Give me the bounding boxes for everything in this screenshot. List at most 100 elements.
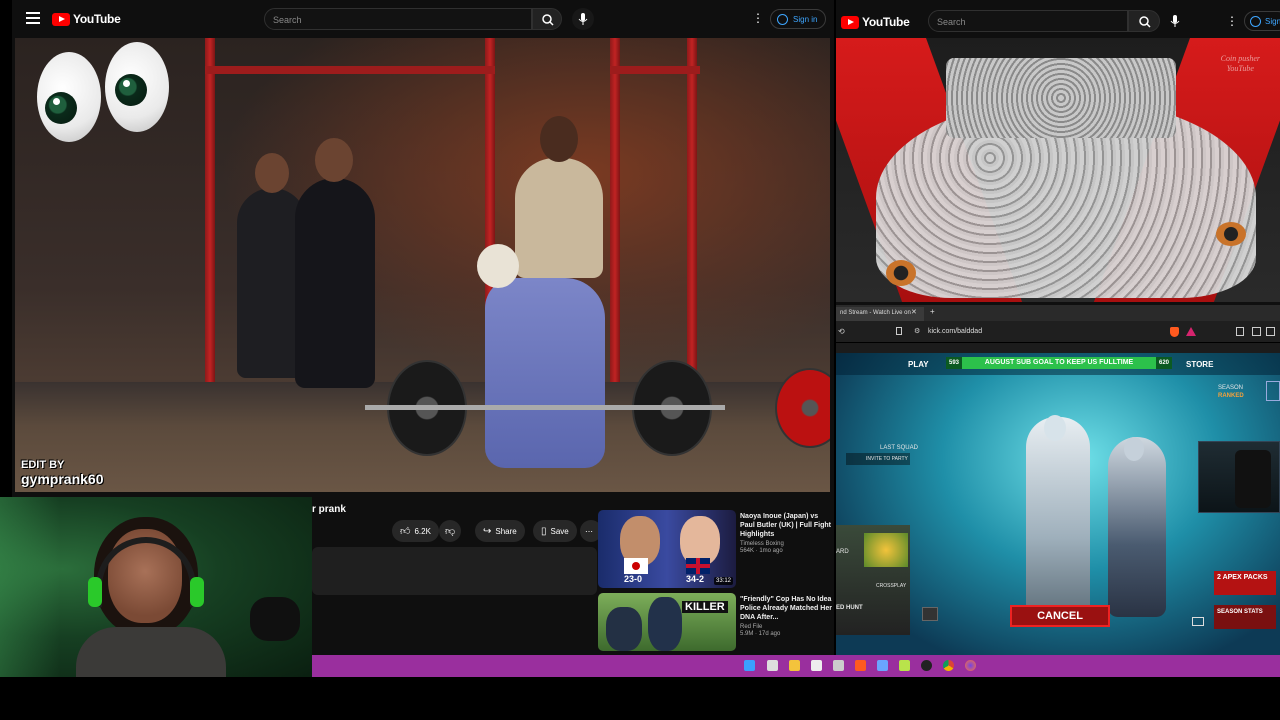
sub-goal-bar: 593 AUGUST SUB GOAL TO KEEP US FULLTIME … [946, 357, 1172, 369]
back-icon[interactable]: ⟲ [838, 327, 845, 336]
apex-packs-badge[interactable]: 2 APEX PACKS [1214, 571, 1276, 595]
stats-icon[interactable] [922, 607, 938, 621]
season-stats-badge[interactable]: SEASON STATS [1214, 605, 1276, 629]
bookmark-icon[interactable] [896, 327, 902, 335]
bookmark-icon: ▯ [541, 525, 547, 537]
squad-member-row[interactable]: INVITE TO PARTY [846, 453, 910, 465]
firefox-icon[interactable] [965, 660, 976, 671]
more-options-icon[interactable]: ⋮ [1226, 14, 1238, 28]
dislike-button[interactable]: 👎︎ [439, 520, 462, 542]
share-button[interactable]: ↪ Share [475, 520, 525, 542]
sign-in-button[interactable]: Sign [1244, 11, 1280, 31]
voice-search-button[interactable] [1164, 10, 1186, 32]
windows-taskbar [312, 655, 1280, 677]
recommended-video[interactable]: KILLER "Friendly" Cop Has No Idea Police… [598, 593, 834, 651]
recommended-video[interactable]: 23-0 34-2 33:12 Naoya Inoue (Japan) vs P… [598, 510, 834, 588]
address-bar-row: ⟲ ⚙ kick.com/balddad [836, 321, 1280, 343]
squad-panel: ARD CROSSPLAY ED HUNT [836, 525, 938, 635]
cancel-matchmaking-button[interactable]: CANCEL [1010, 605, 1110, 627]
sidebar-icon[interactable] [1252, 327, 1261, 336]
last-squad-label: LAST SQUAD [880, 445, 918, 451]
apex-store-tab[interactable]: STORE [1186, 360, 1213, 369]
app-icon[interactable] [899, 660, 910, 671]
menu-icon[interactable] [26, 12, 40, 24]
search-button[interactable] [532, 8, 562, 30]
youtube-logo-text: YouTube [73, 12, 121, 26]
site-info-icon[interactable]: ⚙ [914, 327, 920, 335]
ellipsis-icon: ⋯ [585, 526, 593, 536]
save-label: Save [550, 526, 569, 536]
person-head [255, 153, 289, 193]
edit-by-text: EDIT BY [21, 459, 65, 471]
search-icon [542, 14, 554, 26]
close-tab-icon[interactable]: ✕ [911, 308, 917, 316]
headset-earcup [190, 577, 204, 607]
apex-play-tab[interactable]: PLAY [908, 360, 929, 369]
youtube-logo[interactable]: YouTube [52, 12, 121, 26]
search-input[interactable]: Search [928, 10, 1128, 32]
url-field[interactable]: kick.com/balddad [928, 328, 982, 335]
score-right: 34-2 [686, 574, 705, 584]
extensions-icon[interactable] [1236, 327, 1244, 336]
woman-officer-figure [648, 597, 682, 651]
video-thumbnail: KILLER [598, 593, 736, 651]
video-info-area: r prank 👍︎ 6.2K 👎︎ ↪ Share ▯ Save ⋯ 23-0… [312, 492, 834, 660]
legend-head [1124, 437, 1144, 461]
casino-chip [886, 260, 916, 286]
account-icon [1250, 16, 1261, 27]
person-head [540, 116, 578, 162]
sign-in-button[interactable]: Sign in [770, 9, 827, 29]
save-button[interactable]: ▯ Save [533, 520, 577, 542]
search-input[interactable]: Search [264, 8, 532, 30]
goal-target: 620 [1155, 357, 1172, 369]
rack-crossbar [205, 66, 495, 74]
youtube-play-icon [52, 12, 70, 26]
chrome-icon[interactable] [943, 660, 954, 671]
video-duration: 33:12 [713, 577, 733, 585]
search-taskbar-icon[interactable] [767, 660, 778, 671]
mail-icon[interactable] [1192, 617, 1204, 626]
document-icon[interactable] [811, 660, 822, 671]
wallet-icon[interactable] [1266, 327, 1275, 336]
file-explorer-icon[interactable] [789, 660, 800, 671]
app-icon[interactable] [877, 660, 888, 671]
crossplay-label: CROSSPLAY [876, 583, 907, 589]
brave-rewards-icon[interactable] [1186, 327, 1196, 336]
channel-name[interactable]: Red File [740, 624, 834, 630]
voice-search-button[interactable] [572, 8, 594, 30]
more-options-icon[interactable]: ⋮ [752, 12, 764, 24]
legend-character-right [1108, 437, 1166, 617]
youtube-logo[interactable]: YouTube [841, 15, 910, 29]
search-icon [1139, 16, 1151, 28]
coin-pusher-tray [946, 58, 1176, 138]
video-title[interactable]: Naoya Inoue (Japan) vs Paul Butler (UK) … [740, 512, 834, 539]
youtube-logo-text: YouTube [862, 15, 910, 29]
search-button[interactable] [1128, 10, 1160, 32]
obs-icon[interactable] [921, 660, 932, 671]
browser-tabbar: nd Stream - Watch Live on ✕ + [836, 305, 1280, 321]
brave-browser-icon[interactable] [855, 660, 866, 671]
item-thumbnail [864, 533, 908, 567]
video-title[interactable]: "Friendly" Cop Has No Idea Police Alread… [740, 595, 834, 622]
thumbnail-text: KILLER [682, 601, 728, 613]
apex-legends-stream[interactable]: PLAY 593 AUGUST SUB GOAL TO KEEP US FULL… [836, 353, 1280, 655]
windows-start-icon[interactable] [744, 660, 755, 671]
brave-shield-icon[interactable] [1170, 327, 1179, 337]
like-button[interactable]: 👍︎ 6.2K [392, 520, 439, 542]
person-head [315, 138, 353, 182]
microphone-icon [1170, 15, 1180, 27]
settings-icon[interactable] [1266, 381, 1280, 401]
person-graphic-tee [295, 178, 375, 388]
person-head-white-cap [477, 244, 519, 288]
channel-name[interactable]: Timeless Boxing [740, 541, 834, 547]
video-player[interactable]: EDIT BY gymprank60 [15, 38, 830, 492]
share-icon: ↪ [483, 525, 492, 537]
app-icon[interactable] [833, 660, 844, 671]
coin-pusher-video[interactable]: Coin pusher YouTube [836, 38, 1280, 302]
description-box[interactable] [312, 547, 597, 595]
new-tab-icon[interactable]: + [930, 307, 935, 316]
cartoon-pupil [115, 74, 147, 106]
video-stats: 5.9M · 17d ago [740, 631, 781, 637]
streamer-chair [1235, 450, 1271, 508]
watermark-line2: YouTube [1226, 64, 1254, 73]
